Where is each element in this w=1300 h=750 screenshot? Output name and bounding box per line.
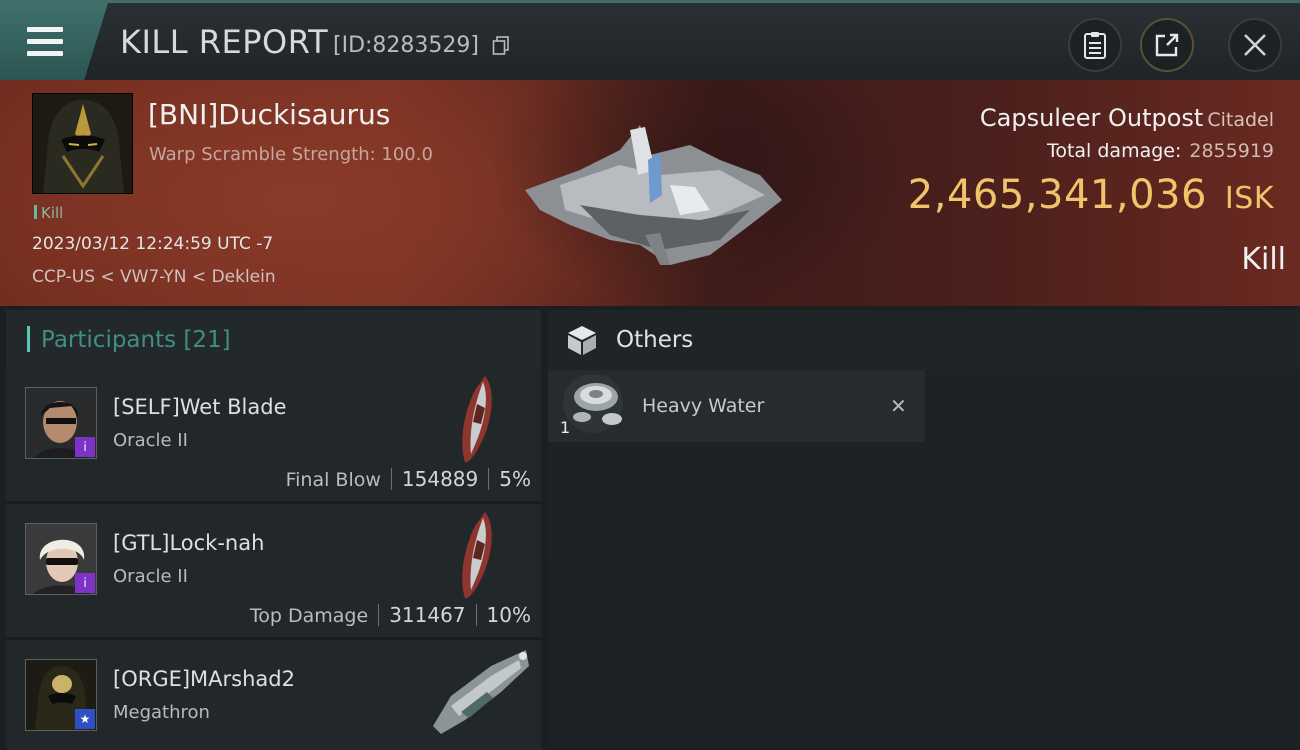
- others-title: Others: [616, 327, 694, 353]
- participant-ship: Oracle II: [113, 566, 188, 587]
- kill-tag-label: Kill: [41, 204, 64, 222]
- oracle-ship-icon[interactable]: [455, 374, 501, 466]
- victim-name[interactable]: [BNI]Duckisaurus: [148, 98, 390, 131]
- participant-ship: Oracle II: [113, 430, 188, 451]
- damage-percent: 10%: [486, 603, 531, 627]
- stat-label: Final Blow: [285, 469, 381, 491]
- victim-avatar[interactable]: [32, 93, 133, 194]
- isk-amount: 2,465,341,036: [907, 172, 1207, 218]
- list-item[interactable]: 1 Heavy Water ✕: [548, 370, 925, 442]
- security-status-badge: i: [75, 573, 95, 593]
- isk-value: 2,465,341,036 ISK: [908, 172, 1274, 218]
- citadel-ship-icon: [525, 125, 782, 265]
- victim-subtitle: Warp Scramble Strength: 100.0: [149, 144, 433, 165]
- share-icon: [1155, 33, 1179, 57]
- copy-icon[interactable]: [492, 36, 510, 56]
- damage-value: 311467: [389, 603, 466, 627]
- clipboard-button[interactable]: [1068, 18, 1122, 72]
- participant-stats: Final Blow 154889 5%: [286, 467, 531, 491]
- result-label: Kill: [1241, 242, 1286, 277]
- security-status-badge: ★: [75, 709, 95, 729]
- item-name: Heavy Water: [642, 395, 765, 417]
- victim-ship-name: Capsuleer Outpost: [979, 104, 1204, 132]
- cube-icon: [568, 326, 596, 355]
- participant-ship: Megathron: [113, 702, 210, 723]
- total-damage-value: 2855919: [1189, 140, 1274, 162]
- avatar[interactable]: ★: [25, 659, 97, 731]
- clipboard-icon: [1084, 32, 1106, 59]
- participant-name[interactable]: [SELF]Wet Blade: [113, 395, 287, 419]
- participant-row[interactable]: i [GTL]Lock-nah Oracle II Top Damage 3114…: [6, 504, 541, 640]
- avatar[interactable]: i: [25, 387, 97, 459]
- participants-panel: Participants [21] i [SELF]Wet Blade Orac…: [6, 310, 541, 750]
- kill-tag: Kill: [34, 204, 63, 222]
- victim-ship-class: Citadel: [1207, 109, 1274, 131]
- participant-name[interactable]: [GTL]Lock-nah: [113, 531, 264, 555]
- destroyed-x-icon: ✕: [890, 394, 907, 418]
- avatar[interactable]: i: [25, 523, 97, 595]
- damage-percent: 5%: [499, 467, 531, 491]
- menu-button[interactable]: [0, 3, 108, 80]
- close-icon: [1244, 34, 1266, 56]
- total-damage-label: Total damage:: [1046, 140, 1182, 162]
- kill-datetime: 2023/03/12 12:24:59 UTC -7: [32, 234, 274, 254]
- megathron-ship-icon[interactable]: [431, 646, 531, 736]
- item-quantity: 1: [560, 418, 571, 437]
- stat-label: Top Damage: [249, 605, 369, 627]
- participant-row[interactable]: i [SELF]Wet Blade Oracle II Final Blow 15…: [6, 368, 541, 504]
- victim-summary: Capsuleer Outpost Citadel Total damage: 28…: [908, 104, 1274, 218]
- hooded-figure-icon: [33, 94, 132, 193]
- participants-title: Participants [21]: [41, 327, 231, 353]
- damage-value: 154889: [401, 467, 479, 491]
- oracle-ship-icon[interactable]: [455, 510, 501, 602]
- victim-ship[interactable]: Capsuleer Outpost Citadel: [908, 104, 1274, 132]
- share-button[interactable]: [1140, 18, 1194, 72]
- participants-header: Participants [21]: [6, 310, 541, 368]
- security-status-badge: i: [75, 437, 95, 457]
- menu-icon: [27, 27, 63, 63]
- participant-row[interactable]: ★ [ORGE]MArshad2 Megathron: [6, 640, 541, 750]
- total-damage: Total damage: 2855919: [908, 140, 1274, 162]
- kill-location[interactable]: CCP-US < VW7-YN < Deklein: [32, 267, 276, 287]
- others-header: Others: [548, 310, 1300, 370]
- participant-name[interactable]: [ORGE]MArshad2: [113, 667, 295, 691]
- page-title: KILL REPORT: [120, 23, 329, 61]
- victim-panel: [BNI]Duckisaurus Warp Scramble Strength:…: [0, 80, 1300, 306]
- close-button[interactable]: [1228, 18, 1282, 72]
- participant-stats: Top Damage 311467 10%: [250, 603, 531, 627]
- top-bar: KILL REPORT [ID:8283529]: [0, 0, 1300, 80]
- report-id: [ID:8283529]: [333, 33, 479, 58]
- isk-unit: ISK: [1224, 181, 1274, 216]
